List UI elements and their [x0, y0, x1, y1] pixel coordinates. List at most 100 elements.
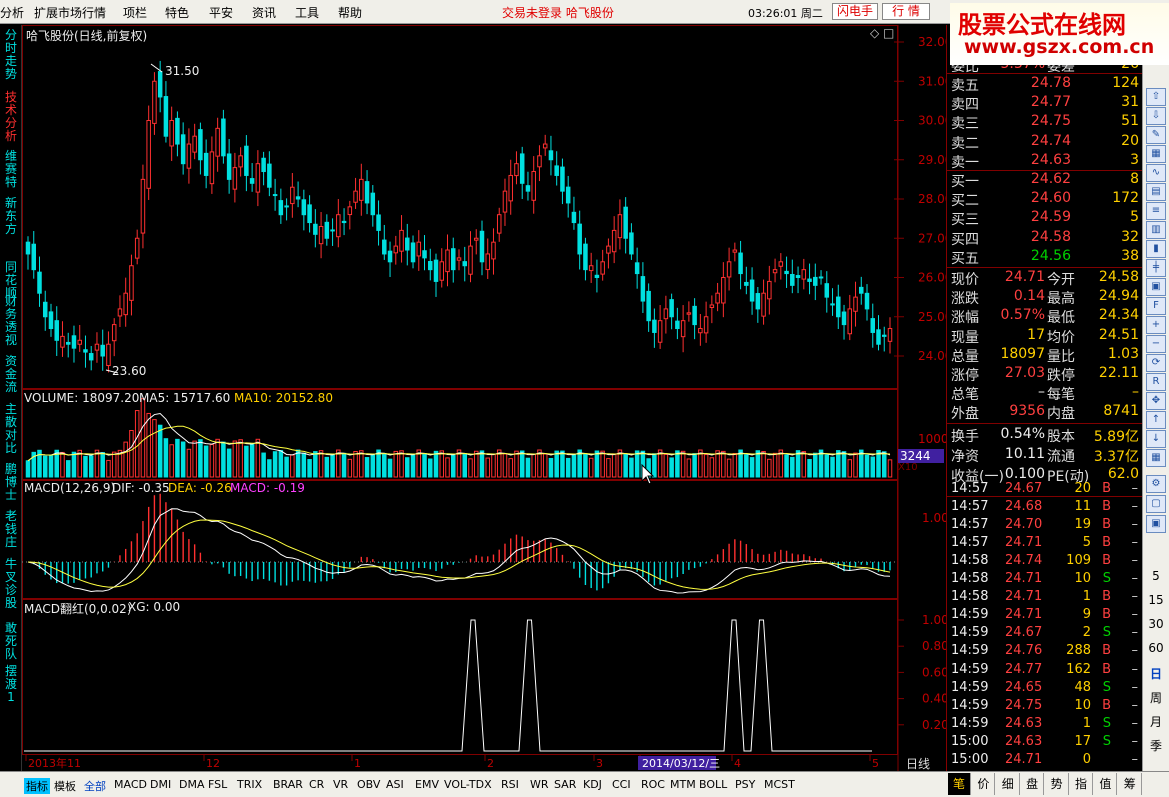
indicator-tab-10[interactable]: VR — [333, 778, 348, 791]
period-button-5[interactable]: 周 — [1145, 689, 1167, 706]
zoom-out-icon[interactable]: − — [1146, 335, 1166, 353]
refresh-icon[interactable]: ⟳ — [1146, 354, 1166, 372]
period-button-3[interactable]: 60 — [1145, 641, 1167, 655]
period-label[interactable]: 日线 — [906, 755, 930, 772]
menu-features[interactable]: 特色 — [165, 4, 189, 21]
menu-columns[interactable]: 项栏 — [123, 4, 147, 21]
settings-icon[interactable]: ⚙ — [1146, 475, 1166, 493]
indicator-tab-15[interactable]: RSI — [501, 778, 519, 791]
volume-bar — [813, 452, 818, 478]
menu-news[interactable]: 资讯 — [252, 4, 276, 21]
period-button-2[interactable]: 30 — [1145, 617, 1167, 631]
zoom-in-icon[interactable]: + — [1146, 316, 1166, 334]
right-tab-1[interactable]: 价 — [972, 773, 996, 795]
right-tab-6[interactable]: 值 — [1094, 773, 1118, 795]
orderbook-volume: 3 — [1130, 151, 1139, 168]
indicator-tab-13[interactable]: EMV — [415, 778, 439, 791]
table-icon[interactable]: ▥ — [1146, 221, 1166, 239]
indicator-tab-0[interactable]: 指标 — [24, 778, 50, 794]
left-tab-5[interactable]: 财务透视 — [3, 295, 19, 347]
left-tab-12[interactable]: 摆渡1 — [3, 665, 19, 704]
book-icon[interactable]: ▣ — [1146, 278, 1166, 296]
indicator-tab-14[interactable]: VOL-TDX — [444, 778, 492, 791]
left-tab-3[interactable]: 新东方 — [3, 197, 19, 236]
indicator-tab-11[interactable]: OBV — [357, 778, 380, 791]
tick-row: 14:59 24.65 48 S – — [949, 680, 1141, 698]
right-tab-2[interactable]: 细 — [996, 773, 1020, 795]
left-tab-2[interactable]: 维赛特 — [3, 150, 19, 189]
indicator-tab-20[interactable]: ROC — [641, 778, 665, 791]
indicator-tab-1[interactable]: 模板 — [54, 778, 76, 794]
indicator-tab-5[interactable]: DMA — [179, 778, 205, 791]
indicator-tab-24[interactable]: MCST — [764, 778, 795, 791]
indicator-tab-8[interactable]: BRAR — [273, 778, 303, 791]
right-tab-4[interactable]: 势 — [1045, 773, 1069, 795]
period-button-0[interactable]: 5 — [1145, 569, 1167, 583]
flash-trade-button[interactable]: 闪电手 — [832, 3, 878, 20]
window-icon[interactable]: ▢ — [1146, 495, 1166, 513]
candle-icon[interactable]: ╪ — [1146, 259, 1166, 277]
move-icon[interactable]: ✥ — [1146, 392, 1166, 410]
orderbook-price: 24.77 — [1030, 94, 1071, 111]
left-tab-11[interactable]: 敢死队 — [3, 622, 19, 661]
rsi-icon[interactable]: R — [1146, 373, 1166, 391]
corner-icons[interactable]: ◇ □ — [870, 26, 894, 40]
chart-area[interactable]: 32.0031.0030.0029.0028.0027.0026.0025.00… — [22, 25, 946, 771]
indicator-tab-23[interactable]: PSY — [735, 778, 755, 791]
indicator-tab-2[interactable]: 全部 — [84, 778, 106, 794]
note-icon[interactable]: ✎ — [1146, 126, 1166, 144]
left-tab-6[interactable]: 资金流 — [3, 355, 19, 394]
left-tab-0[interactable]: 分时走势 — [3, 29, 19, 81]
right-tab-3[interactable]: 盘 — [1021, 773, 1045, 795]
window2-icon[interactable]: ▣ — [1146, 515, 1166, 533]
period-button-1[interactable]: 15 — [1145, 593, 1167, 607]
calendar-icon[interactable]: ▦ — [1146, 449, 1166, 467]
list-icon[interactable]: ≡ — [1146, 202, 1166, 220]
indicator-tab-16[interactable]: WR — [530, 778, 549, 791]
menu-extended-market[interactable]: 扩展市场行情 — [34, 4, 106, 21]
indicator-tab-18[interactable]: KDJ — [583, 778, 602, 791]
down-icon[interactable]: ↓ — [1146, 430, 1166, 448]
volume-bar — [531, 453, 536, 478]
price-tick-label: 32.00 — [918, 35, 946, 49]
right-tab-7[interactable]: 筹 — [1118, 773, 1142, 795]
chart-icon[interactable]: ▤ — [1146, 183, 1166, 201]
indicator-tab-9[interactable]: CR — [309, 778, 324, 791]
tick-price: 24.74 — [1005, 553, 1043, 569]
indicator-tab-22[interactable]: BOLL — [699, 778, 727, 791]
indicator-tab-21[interactable]: MTM — [670, 778, 696, 791]
left-tab-7[interactable]: 主散对比 — [3, 403, 19, 455]
menu-pingan[interactable]: 平安 — [209, 4, 233, 21]
indicator-tab-12[interactable]: ASI — [386, 778, 404, 791]
tick-row: 14:57 24.68 11 B – — [949, 499, 1141, 517]
down-arrow-icon[interactable]: ⇩ — [1146, 107, 1166, 125]
menu-tools[interactable]: 工具 — [295, 4, 319, 21]
volume-bar — [663, 453, 669, 478]
volume-bar — [428, 458, 433, 478]
indicator-tab-17[interactable]: SAR — [554, 778, 576, 791]
indicator-tab-7[interactable]: TRIX — [237, 778, 262, 791]
indicator-tab-4[interactable]: DMI — [150, 778, 171, 791]
menu-help[interactable]: 帮助 — [338, 4, 362, 21]
left-tab-1[interactable]: 技术分析 — [3, 91, 19, 143]
indicator-tab-19[interactable]: CCI — [612, 778, 631, 791]
f10-icon[interactable]: F — [1146, 297, 1166, 315]
right-tab-5[interactable]: 指 — [1070, 773, 1093, 795]
period-button-4[interactable]: 日 — [1145, 665, 1167, 682]
left-tab-9[interactable]: 老钱庄 — [3, 510, 19, 549]
indicator-tab-3[interactable]: MACD — [114, 778, 147, 791]
indicator-tab-6[interactable]: FSL — [208, 778, 227, 791]
up-arrow-icon[interactable]: ⇧ — [1146, 88, 1166, 106]
menu-analysis[interactable]: 分析 — [0, 4, 24, 21]
line-chart-icon[interactable]: ∿ — [1146, 164, 1166, 182]
bar-chart-icon[interactable]: ▮ — [1146, 240, 1166, 258]
right-tab-0[interactable]: 笔 — [948, 773, 971, 795]
quote-button[interactable]: 行 情 — [882, 3, 930, 20]
up-icon[interactable]: ↑ — [1146, 411, 1166, 429]
period-button-7[interactable]: 季 — [1145, 737, 1167, 754]
left-tab-8[interactable]: 鹏博士 — [3, 463, 19, 502]
grid-icon[interactable]: ▦ — [1146, 145, 1166, 163]
price-tick-label: 31.00 — [918, 74, 946, 88]
period-button-6[interactable]: 月 — [1145, 713, 1167, 730]
left-tab-10[interactable]: 牛叉诊股 — [3, 558, 19, 610]
